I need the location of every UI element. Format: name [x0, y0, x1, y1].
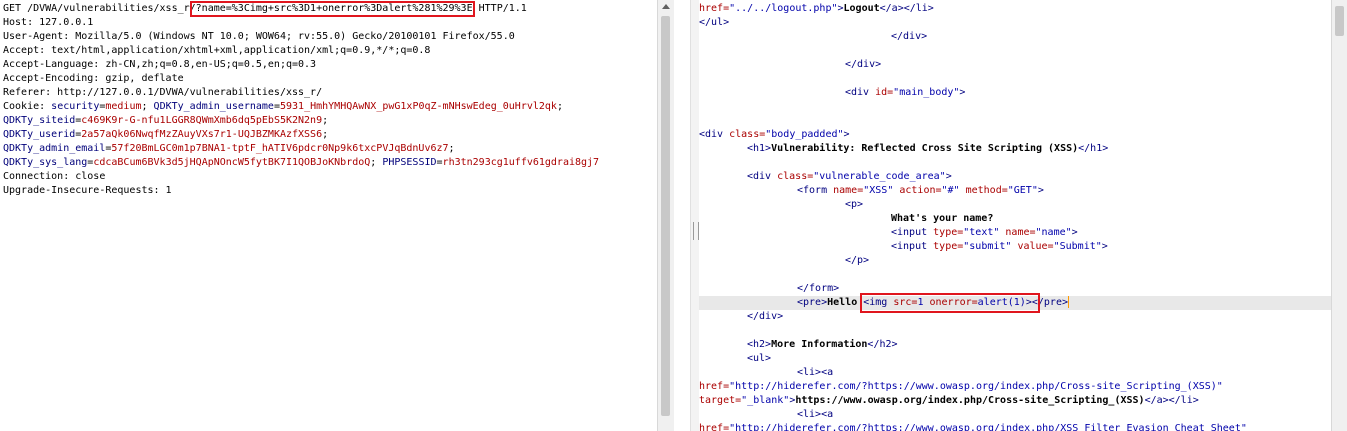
resp-line: href="http://hiderefer.com/?https://www.… — [699, 423, 1247, 431]
resp-line: </ul> — [699, 17, 730, 28]
resp-line: <li><a — [797, 409, 834, 420]
resp-line: target="_blank">https://www.owasp.org/in… — [699, 395, 1199, 406]
resp-line: <form name="XSS" action="#" method="GET"… — [797, 185, 1044, 196]
cookie-admin-email: QDKTy_admin_email=57f20BmLGC0m1p7BNA1-tp… — [3, 143, 455, 154]
resp-line: </div> — [747, 311, 784, 322]
resp-line: </form> — [797, 283, 840, 294]
text-caret — [1067, 296, 1069, 308]
header-host: Host: 127.0.0.1 — [3, 17, 94, 28]
cookie-siteid: QDKTy_siteid=c469K9r-G-nfu1LGGR8QWmXmb6d… — [3, 115, 329, 126]
scroll-thumb[interactable] — [1335, 6, 1344, 36]
resp-line: <h1>Vulnerability: Reflected Cross Site … — [747, 143, 1109, 154]
resp-line: What's your name? — [891, 213, 994, 224]
request-scrollbar[interactable] — [657, 0, 674, 431]
resp-line: href="../../logout.php">Logout</a></li> — [699, 3, 934, 14]
resp-line: <li><a — [797, 367, 834, 378]
header-accept-language: Accept-Language: zh-CN,zh;q=0.8,en-US;q=… — [3, 59, 317, 70]
response-scrollbar[interactable] — [1331, 0, 1347, 431]
resp-line: <p> — [845, 199, 864, 210]
scroll-thumb[interactable] — [661, 16, 670, 416]
scroll-up-arrow-icon[interactable] — [662, 4, 670, 9]
request-editor[interactable]: GET /DVWA/vulnerabilities/xss_r/?name=%3… — [0, 0, 657, 431]
resp-line: <input type="submit" value="Submit"> — [891, 241, 1108, 252]
resp-line: </div> — [891, 31, 928, 42]
resp-line: <h2>More Information</h2> — [747, 339, 898, 350]
resp-line: <div id="main_body"> — [845, 87, 966, 98]
cookie-userid: QDKTy_userid=2a57aQk06NwqfMzZAuyVXs7r1-U… — [3, 129, 329, 140]
header-connection: Connection: close — [3, 171, 106, 182]
header-accept-encoding: Accept-Encoding: gzip, deflate — [3, 73, 184, 84]
payload-highlight-box — [190, 1, 475, 17]
resp-line: <div class="vulnerable_code_area"> — [747, 171, 952, 182]
header-referer: Referer: http://127.0.0.1/DVWA/vulnerabi… — [3, 87, 323, 98]
cookie-sys-lang: QDKTy_sys_lang=cdcaBCum6BVk3d5jHQApNOncW… — [3, 157, 600, 168]
resp-line: <ul> — [747, 353, 772, 364]
reflected-payload-highlight-box — [860, 293, 1040, 313]
resp-line: </p> — [845, 255, 870, 266]
resp-line: </div> — [845, 59, 882, 70]
header-user-agent: User-Agent: Mozilla/5.0 (Windows NT 10.0… — [3, 31, 515, 42]
header-accept: Accept: text/html,application/xhtml+xml,… — [3, 45, 431, 56]
header-upgrade-insecure: Upgrade-Insecure-Requests: 1 — [3, 185, 172, 196]
response-viewer[interactable]: href="../../logout.php">Logout</a></li> … — [699, 0, 1347, 431]
resp-line: <div class="body_padded"> — [699, 129, 850, 140]
resp-line: <input type="text" name="name"> — [891, 227, 1078, 238]
resp-line: href="http://hiderefer.com/?https://www.… — [699, 381, 1223, 392]
header-cookie: Cookie: security=medium; QDKTy_admin_use… — [3, 101, 563, 112]
